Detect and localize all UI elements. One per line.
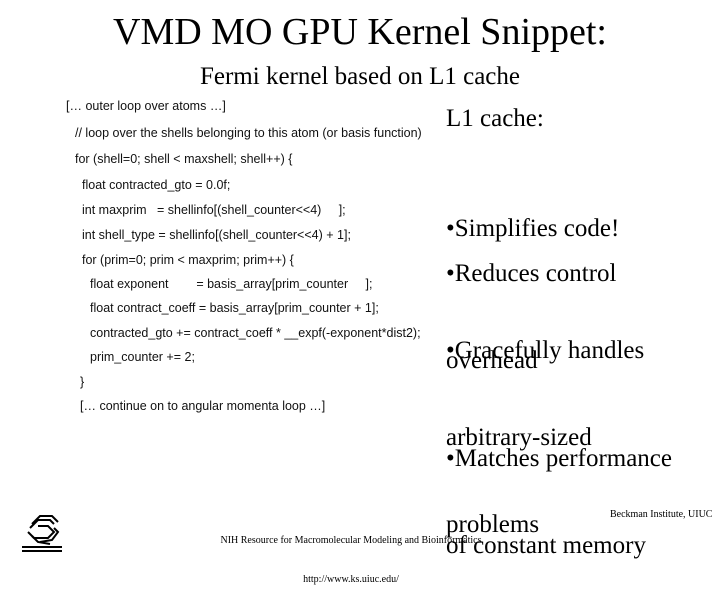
footer-url-link[interactable]: http://www.ks.uiuc.edu/ [220, 573, 482, 586]
beckman-logo-icon [10, 492, 62, 552]
code-line: int shell_type = shellinfo[(shell_counte… [82, 228, 351, 242]
code-line: [… outer loop over atoms …] [66, 99, 226, 113]
code-line: [… continue on to angular momenta loop …… [80, 399, 326, 413]
code-line: int maxprim = shellinfo[(shell_counter<<… [82, 203, 346, 217]
code-line: float contract_coeff = basis_array[prim_… [90, 301, 379, 315]
l1-cache-heading: L1 cache: [446, 105, 544, 132]
code-line: } [80, 375, 85, 389]
footer-center: NIH Resource for Macromolecular Modeling… [220, 508, 482, 599]
code-line: // loop over the shells belonging to thi… [75, 126, 422, 140]
slide-title: VMD MO GPU Kernel Snippet: [113, 11, 607, 53]
code-line: float contracted_gto = 0.0f; [82, 178, 231, 192]
footer-institute: Beckman Institute, UIUC [610, 509, 713, 520]
code-line: contracted_gto += contract_coeff * __exp… [90, 326, 421, 340]
code-line: for (prim=0; prim < maxprim; prim++) { [82, 253, 294, 267]
footer-resource-name: NIH Resource for Macromolecular Modeling… [220, 535, 482, 546]
bullet-line: •Matches performance [446, 445, 673, 472]
code-line: float exponent = basis_array[prim_counte… [90, 277, 373, 291]
bullet-line: •Gracefully handles [446, 337, 645, 364]
slide-subtitle: Fermi kernel based on L1 cache [199, 63, 520, 90]
code-line: for (shell=0; shell < maxshell; shell++)… [75, 152, 293, 166]
code-line: prim_counter += 2; [90, 350, 195, 364]
